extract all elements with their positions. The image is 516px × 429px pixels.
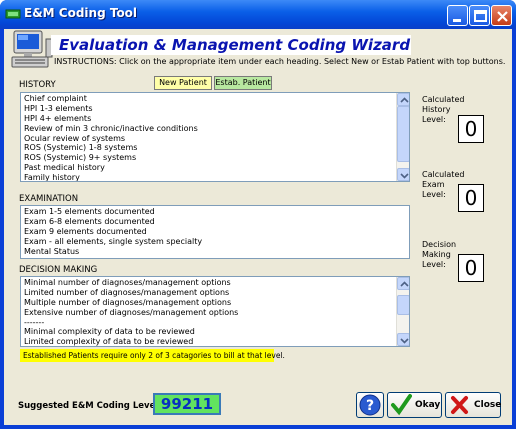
list-item[interactable]: Past medical history [24, 163, 395, 173]
maximize-icon [474, 10, 487, 22]
label-line: Making [422, 250, 451, 259]
decision-level-value: 0 [458, 254, 484, 282]
list-item[interactable]: Limited complexity of data to be reviewe… [24, 337, 395, 346]
chevron-down-icon [400, 173, 409, 179]
estab-patient-button[interactable]: Estab. Patient [214, 76, 272, 90]
label-line: Calculated [422, 170, 465, 179]
scroll-down-button[interactable] [397, 168, 409, 181]
list-item[interactable]: Exam 6-8 elements documented [24, 217, 406, 227]
banner: Evaluation & Management Coding Wizard [51, 35, 411, 55]
scroll-down-button[interactable] [397, 333, 409, 346]
help-button[interactable]: ? [356, 392, 384, 418]
established-notice: Established Patients require only 2 of 3… [20, 349, 285, 362]
list-item[interactable]: HPI 4+ elements [24, 114, 395, 124]
chevron-down-icon [400, 338, 409, 344]
history-items: Chief complaint HPI 1-3 elements HPI 4+ el… [24, 94, 395, 181]
history-scrollbar[interactable] [396, 93, 409, 181]
okay-label: Okay [415, 400, 441, 410]
decision-scrollbar[interactable] [396, 277, 409, 346]
list-item[interactable]: Minimal number of diagnoses/management o… [24, 278, 395, 288]
window-title: E&M Coding Tool [24, 6, 138, 20]
scroll-up-button[interactable] [397, 277, 409, 290]
svg-text:?: ? [366, 398, 374, 414]
list-item[interactable]: Exam - all elements, single system speci… [24, 237, 406, 247]
list-item[interactable]: Chief complaint [24, 94, 395, 104]
close-window-button[interactable] [491, 5, 512, 26]
scroll-thumb[interactable] [397, 106, 409, 162]
history-list[interactable]: Chief complaint HPI 1-3 elements HPI 4+ el… [20, 92, 410, 182]
list-item[interactable]: Review of min 3 chronic/inactive conditi… [24, 124, 395, 134]
label-line: Decision [422, 240, 457, 249]
chevron-up-icon [400, 281, 409, 287]
scroll-thumb[interactable] [397, 295, 409, 315]
label-line: Calculated [422, 95, 465, 104]
minimize-button[interactable] [447, 5, 468, 26]
examination-items: Exam 1-5 elements documented Exam 6-8 ele… [24, 207, 406, 256]
list-item[interactable]: HPI 1-3 elements [24, 104, 395, 114]
list-item[interactable]: Ocular review of systems [24, 134, 395, 144]
title-bar[interactable]: E&M Coding Tool [0, 0, 516, 29]
suggested-level-label: Suggested E&M Coding Level: [18, 401, 162, 411]
close-label: Close [474, 400, 502, 410]
help-icon: ? [359, 394, 381, 416]
client-area: Evaluation & Management Coding Wizard IN… [4, 29, 512, 425]
suggested-level-value: 99211 [153, 393, 221, 415]
list-item[interactable]: ------- [24, 318, 395, 328]
decision-level-label: Decision Making Level: [422, 240, 456, 270]
app-icon [5, 9, 21, 19]
list-item[interactable]: Limited number of diagnoses/management o… [24, 288, 395, 298]
decision-heading: DECISION MAKING [19, 265, 98, 275]
list-item[interactable]: Minimal complexity of data to be reviewe… [24, 327, 395, 337]
label-line: Level: [422, 260, 446, 269]
checkmark-icon [391, 394, 412, 416]
close-button[interactable]: Close [445, 392, 501, 418]
list-item[interactable]: Family history [24, 173, 395, 181]
new-patient-button[interactable]: New Patient [154, 76, 212, 90]
computer-icon [11, 30, 53, 68]
banner-title: Evaluation & Management Coding Wizard [59, 36, 411, 54]
history-level-value: 0 [458, 115, 484, 143]
list-item[interactable]: Exam 9 elements documented [24, 227, 406, 237]
list-item[interactable]: Multiple number of diagnoses/management … [24, 298, 395, 308]
examination-list[interactable]: Exam 1-5 elements documented Exam 6-8 ele… [20, 205, 410, 259]
close-icon [497, 11, 508, 22]
exam-level-value: 0 [458, 184, 484, 212]
instructions-text: INSTRUCTIONS: Click on the appropriate i… [54, 57, 506, 66]
history-heading: HISTORY [19, 80, 56, 90]
list-item[interactable]: Extensive number of diagnoses/management… [24, 308, 395, 318]
okay-button[interactable]: Okay [387, 392, 442, 418]
x-icon [451, 396, 468, 414]
decision-list[interactable]: Minimal number of diagnoses/management o… [20, 276, 410, 347]
app-window: E&M Coding Tool Evaluation & Management … [0, 0, 516, 429]
list-item[interactable]: Mental Status [24, 247, 406, 257]
scroll-up-button[interactable] [397, 93, 409, 106]
examination-heading: EXAMINATION [19, 194, 79, 204]
list-item[interactable]: Exam 1-5 elements documented [24, 207, 406, 217]
maximize-button[interactable] [469, 5, 490, 26]
decision-items: Minimal number of diagnoses/management o… [24, 278, 395, 346]
minimize-icon [453, 19, 461, 22]
label-line: History [422, 105, 451, 114]
list-item[interactable]: ROS (Systemic) 1-8 systems [24, 143, 395, 153]
list-item[interactable]: ROS (Systemic) 9+ systems [24, 153, 395, 163]
